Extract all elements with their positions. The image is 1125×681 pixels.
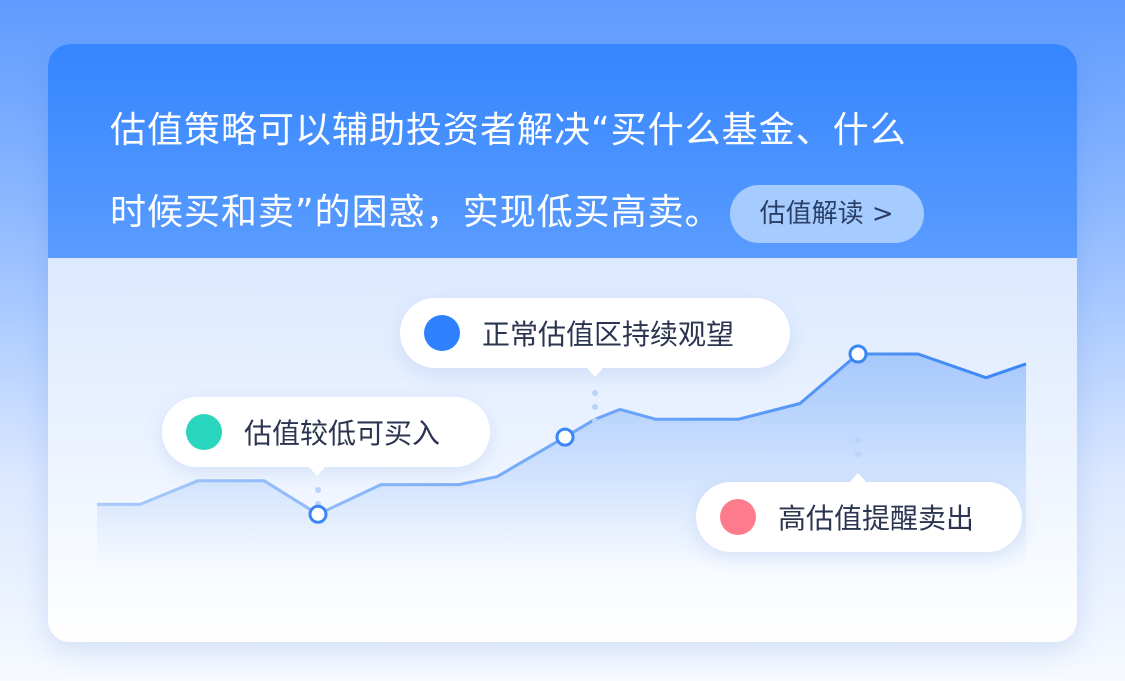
bubble-mid-label: 正常估值区持续观望 bbox=[482, 318, 735, 351]
bubble-high-valuation: 高估值提醒卖出 bbox=[696, 473, 1022, 552]
connector-dot bbox=[315, 487, 321, 493]
bubble-low-label: 估值较低可买入 bbox=[244, 417, 441, 450]
marker-point-high bbox=[848, 344, 868, 364]
bubble-high-label: 高估值提醒卖出 bbox=[778, 502, 975, 535]
normal-valuation-dot bbox=[424, 315, 460, 351]
connector-dot bbox=[855, 437, 861, 443]
bubble-low-valuation: 估值较低可买入 bbox=[162, 397, 490, 476]
connector-dot bbox=[855, 451, 861, 457]
connector-dot bbox=[592, 390, 598, 396]
marker-point-low bbox=[308, 504, 328, 524]
connector-dot bbox=[592, 418, 598, 424]
connector-dot bbox=[592, 404, 598, 410]
bubble-normal-valuation: 正常估值区持续观望 bbox=[400, 298, 790, 377]
high-valuation-dot bbox=[720, 499, 756, 535]
marker-point-mid bbox=[555, 427, 575, 447]
low-valuation-dot bbox=[186, 414, 222, 450]
